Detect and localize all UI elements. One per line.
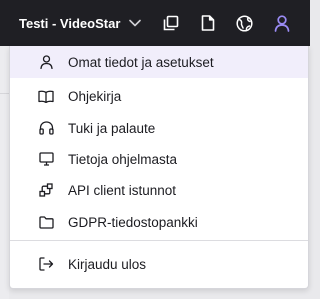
menu-item-label: Omat tiedot ja asetukset [68,54,214,70]
globe-icon [236,14,253,32]
menu-item-label: GDPR-tiedostopankki [68,214,198,230]
book-icon [37,87,55,105]
workspace-name: Testi - VideoStar [19,15,121,31]
menu-item-manual[interactable]: Ohjekirja [10,80,308,112]
menu-item-logout[interactable]: Kirjaudu ulos [10,248,308,280]
menu-item-label: Tuki ja palaute [68,120,156,136]
menu-item-about[interactable]: Tietoja ohjelmasta [10,143,308,175]
copy-icon [163,15,179,31]
documents-button[interactable] [189,0,226,46]
menu-item-label: Tietoja ohjelmasta [68,151,178,167]
headset-icon [37,119,55,137]
chevron-down-icon [129,19,142,27]
menu-divider [10,240,308,241]
menu-item-profile-settings[interactable]: Omat tiedot ja asetukset [10,46,308,78]
user-icon [274,14,290,32]
menu-item-label: Kirjaudu ulos [68,256,147,272]
copy-button[interactable] [152,0,189,46]
user-dropdown-menu: Omat tiedot ja asetukset Ohjekirja Tuki … [9,46,309,289]
menu-item-api-sessions[interactable]: API client istunnot [10,174,308,206]
monitor-icon [37,150,55,168]
user-icon [37,53,55,71]
logout-icon [37,255,55,273]
menu-item-label: API client istunnot [68,182,177,198]
document-icon [201,15,215,31]
folder-icon [37,213,55,231]
menu-item-support[interactable]: Tuki ja palaute [10,112,308,144]
api-icon [37,181,55,199]
user-menu-button[interactable] [263,0,300,46]
top-bar: Testi - VideoStar [0,0,310,46]
menu-item-gdpr-filebank[interactable]: GDPR-tiedostopankki [10,206,308,238]
language-button[interactable] [226,0,263,46]
workspace-selector[interactable]: Testi - VideoStar [0,0,152,46]
menu-item-label: Ohjekirja [68,88,122,104]
backdrop-divider [0,93,9,94]
page-backdrop [0,46,9,299]
